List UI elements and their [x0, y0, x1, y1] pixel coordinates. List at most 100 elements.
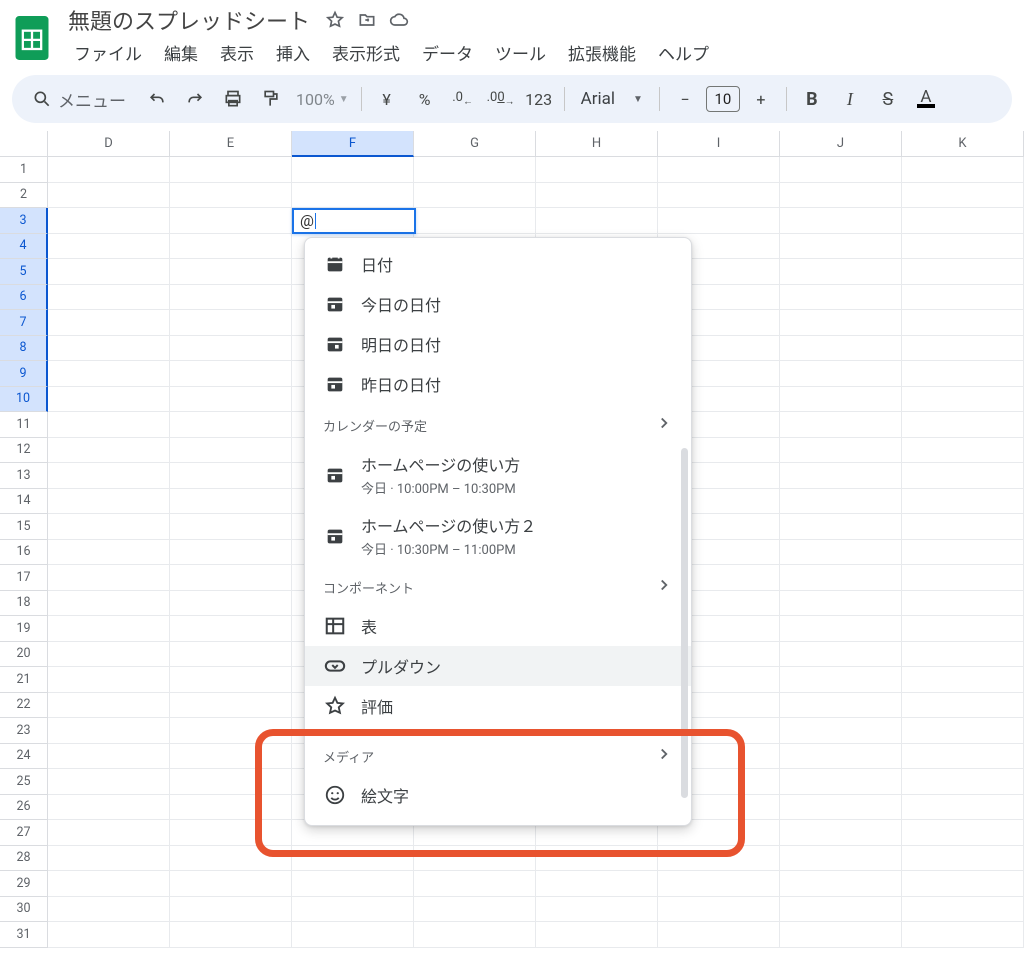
- row-header[interactable]: 28: [0, 846, 48, 872]
- cell[interactable]: [902, 463, 1024, 489]
- suggest-section-components[interactable]: コンポーネント: [305, 566, 691, 606]
- cell[interactable]: [902, 412, 1024, 438]
- row-header[interactable]: 7: [0, 310, 48, 336]
- cell[interactable]: [780, 718, 902, 744]
- cell[interactable]: [48, 412, 170, 438]
- cell[interactable]: [170, 795, 292, 821]
- star-icon[interactable]: [324, 9, 346, 31]
- cell[interactable]: [902, 744, 1024, 770]
- menu-file[interactable]: ファイル: [64, 36, 152, 69]
- cell[interactable]: [536, 183, 658, 209]
- suggest-tomorrow[interactable]: 明日の日付: [305, 324, 691, 364]
- cell[interactable]: [780, 157, 902, 183]
- cell[interactable]: [48, 183, 170, 209]
- decrease-font-size[interactable]: −: [668, 82, 702, 116]
- cell[interactable]: [658, 183, 780, 209]
- cell[interactable]: [48, 718, 170, 744]
- cloud-status-icon[interactable]: [388, 9, 410, 31]
- menu-tools[interactable]: ツール: [485, 36, 556, 69]
- suggest-event-1[interactable]: ホームページの使い方 今日 · 10:00PM – 10:30PM: [305, 444, 691, 505]
- cell[interactable]: [780, 922, 902, 948]
- cell[interactable]: [536, 897, 658, 923]
- cell[interactable]: [170, 208, 292, 234]
- cell[interactable]: [170, 591, 292, 617]
- cell[interactable]: [170, 897, 292, 923]
- cell[interactable]: [902, 361, 1024, 387]
- cell[interactable]: [902, 591, 1024, 617]
- cell[interactable]: [48, 897, 170, 923]
- cell[interactable]: [170, 412, 292, 438]
- column-header[interactable]: G: [414, 131, 536, 156]
- cell[interactable]: [902, 157, 1024, 183]
- cell[interactable]: [658, 922, 780, 948]
- menu-data[interactable]: データ: [412, 36, 483, 69]
- cell[interactable]: [170, 183, 292, 209]
- cell[interactable]: [780, 514, 902, 540]
- suggest-dropdown[interactable]: プルダウン: [305, 646, 691, 686]
- cell[interactable]: [780, 846, 902, 872]
- column-header[interactable]: K: [902, 131, 1024, 156]
- cell[interactable]: [170, 463, 292, 489]
- cell[interactable]: [658, 846, 780, 872]
- row-header[interactable]: 6: [0, 285, 48, 311]
- cell[interactable]: [48, 693, 170, 719]
- cell[interactable]: [902, 259, 1024, 285]
- suggest-table[interactable]: 表: [305, 606, 691, 646]
- cell[interactable]: [902, 718, 1024, 744]
- cell[interactable]: [658, 157, 780, 183]
- suggest-date[interactable]: 日付: [305, 244, 691, 284]
- cell[interactable]: [780, 795, 902, 821]
- strike-button[interactable]: S: [871, 82, 905, 116]
- increase-font-size[interactable]: +: [744, 82, 778, 116]
- cell[interactable]: [902, 820, 1024, 846]
- cell[interactable]: [902, 489, 1024, 515]
- cell[interactable]: [48, 234, 170, 260]
- cell[interactable]: [780, 540, 902, 566]
- cell[interactable]: [170, 336, 292, 362]
- select-all-corner[interactable]: [0, 131, 48, 156]
- cell[interactable]: [658, 871, 780, 897]
- cell[interactable]: [902, 387, 1024, 413]
- cell[interactable]: [48, 514, 170, 540]
- row-header[interactable]: 17: [0, 565, 48, 591]
- cell[interactable]: [48, 591, 170, 617]
- cell[interactable]: [170, 310, 292, 336]
- cell[interactable]: [902, 846, 1024, 872]
- print-button[interactable]: [216, 82, 250, 116]
- spreadsheet-grid[interactable]: DEFGHIJK 1234567891011121314151617181920…: [0, 131, 1024, 948]
- suggest-event-2[interactable]: ホームページの使い方２ 今日 · 10:30PM – 11:00PM: [305, 505, 691, 566]
- cell[interactable]: [780, 259, 902, 285]
- cell[interactable]: [902, 208, 1024, 234]
- cell[interactable]: [48, 744, 170, 770]
- cell[interactable]: [902, 565, 1024, 591]
- cell[interactable]: [780, 463, 902, 489]
- bold-button[interactable]: B: [795, 82, 829, 116]
- cell[interactable]: [48, 463, 170, 489]
- cell[interactable]: [292, 897, 414, 923]
- cell[interactable]: [48, 157, 170, 183]
- cell[interactable]: [536, 871, 658, 897]
- format-currency[interactable]: ¥: [370, 82, 404, 116]
- font-family-select[interactable]: Arial▼: [573, 82, 651, 116]
- cell[interactable]: [902, 616, 1024, 642]
- row-header[interactable]: 19: [0, 616, 48, 642]
- column-header[interactable]: D: [48, 131, 170, 156]
- cell[interactable]: [170, 438, 292, 464]
- cell[interactable]: [780, 234, 902, 260]
- cell[interactable]: [780, 438, 902, 464]
- cell[interactable]: [170, 616, 292, 642]
- cell[interactable]: [780, 310, 902, 336]
- cell[interactable]: [48, 208, 170, 234]
- cell[interactable]: [780, 489, 902, 515]
- document-title[interactable]: 無題のスプレッドシート: [64, 2, 314, 38]
- cell[interactable]: [902, 871, 1024, 897]
- cell[interactable]: [48, 438, 170, 464]
- cell[interactable]: [780, 693, 902, 719]
- cell[interactable]: [48, 846, 170, 872]
- cell[interactable]: [170, 846, 292, 872]
- increase-decimal[interactable]: .00→: [484, 82, 518, 116]
- menu-view[interactable]: 表示: [210, 36, 264, 69]
- cell[interactable]: [170, 387, 292, 413]
- cell[interactable]: [780, 285, 902, 311]
- cell[interactable]: [292, 846, 414, 872]
